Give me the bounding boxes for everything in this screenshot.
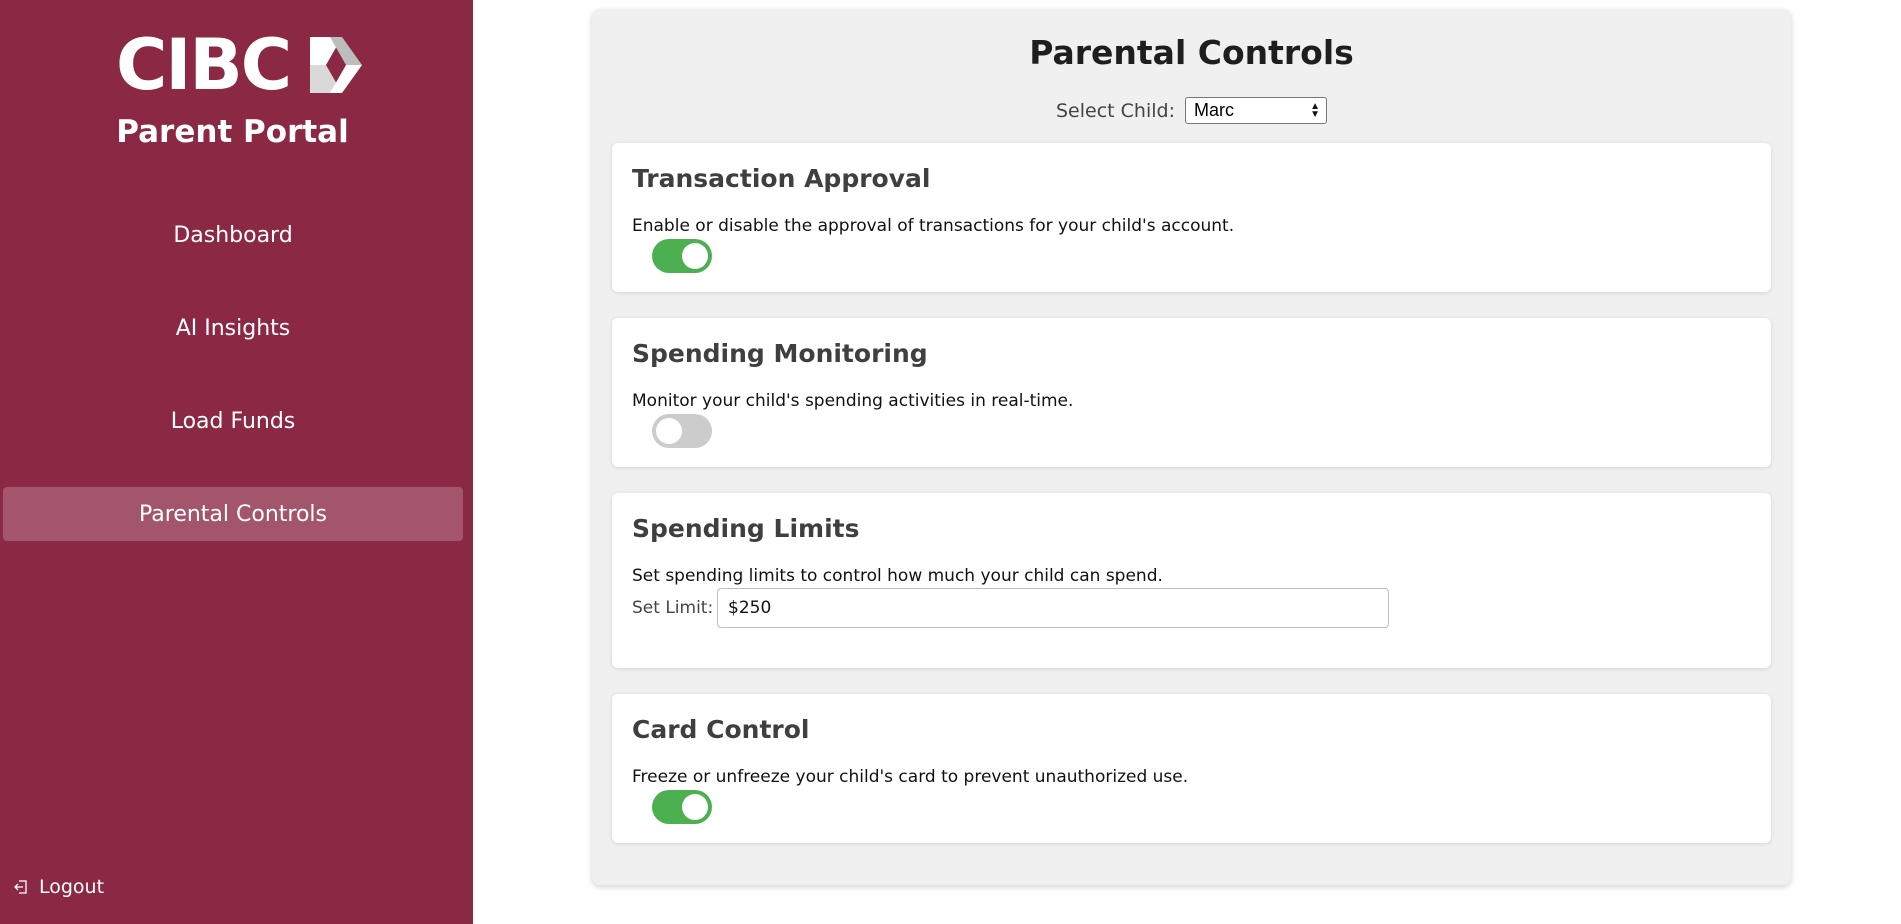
spending-monitoring-description: Monitor your child's spending activities… [632,391,1074,411]
card-control-card: Card Control Freeze or unfreeze your chi… [612,694,1771,843]
sidebar-item-ai-insights[interactable]: AI Insights [3,301,463,355]
select-child-row: Select Child: Marc ▲ ▼ [592,97,1791,124]
select-arrows-icon: ▲ ▼ [1310,100,1320,120]
page-title: Parental Controls [1029,33,1354,72]
parental-controls-panel: Parental Controls Select Child: Marc ▲ ▼ … [592,9,1791,885]
select-child-label: Select Child: [1056,99,1175,122]
cibc-logo: CIBC [116,24,364,106]
logout-button[interactable]: Logout [13,876,104,898]
sidebar-item-dashboard[interactable]: Dashboard [3,208,463,262]
main-content: Parental Controls Select Child: Marc ▲ ▼ … [473,0,1901,924]
sidebar: CIBC Parent Portal Dashboard AI Insights… [0,0,473,924]
toggle-knob [656,418,682,444]
card-control-toggle[interactable] [652,790,712,824]
toggle-knob [682,243,708,269]
child-select-value: Marc [1193,100,1234,120]
transaction-approval-toggle[interactable] [652,239,712,273]
spending-limits-title: Spending Limits [632,514,860,543]
portal-title: Parent Portal [116,114,349,150]
sidebar-item-parental-controls[interactable]: Parental Controls [3,487,463,541]
card-control-description: Freeze or unfreeze your child's card to … [632,767,1189,787]
logout-label: Logout [39,876,105,898]
logout-icon [14,880,27,894]
spending-monitoring-card: Spending Monitoring Monitor your child's… [612,318,1771,467]
spending-monitoring-title: Spending Monitoring [632,339,928,368]
card-control-title: Card Control [632,715,810,744]
transaction-approval-card: Transaction Approval Enable or disable t… [612,143,1771,292]
child-select[interactable]: Marc ▲ ▼ [1184,97,1327,124]
set-limit-label: Set Limit: [632,598,714,618]
transaction-approval-title: Transaction Approval [632,164,931,193]
sidebar-item-load-funds[interactable]: Load Funds [3,394,463,448]
cibc-diamond-icon [310,37,363,93]
spending-limits-description: Set spending limits to control how much … [632,566,1163,586]
toggle-knob [682,794,708,820]
set-limit-input[interactable] [717,588,1389,628]
transaction-approval-description: Enable or disable the approval of transa… [632,216,1235,236]
spending-monitoring-toggle[interactable] [652,414,712,448]
spending-limits-card: Spending Limits Set spending limits to c… [612,493,1771,668]
logo-text: CIBC [116,24,292,106]
